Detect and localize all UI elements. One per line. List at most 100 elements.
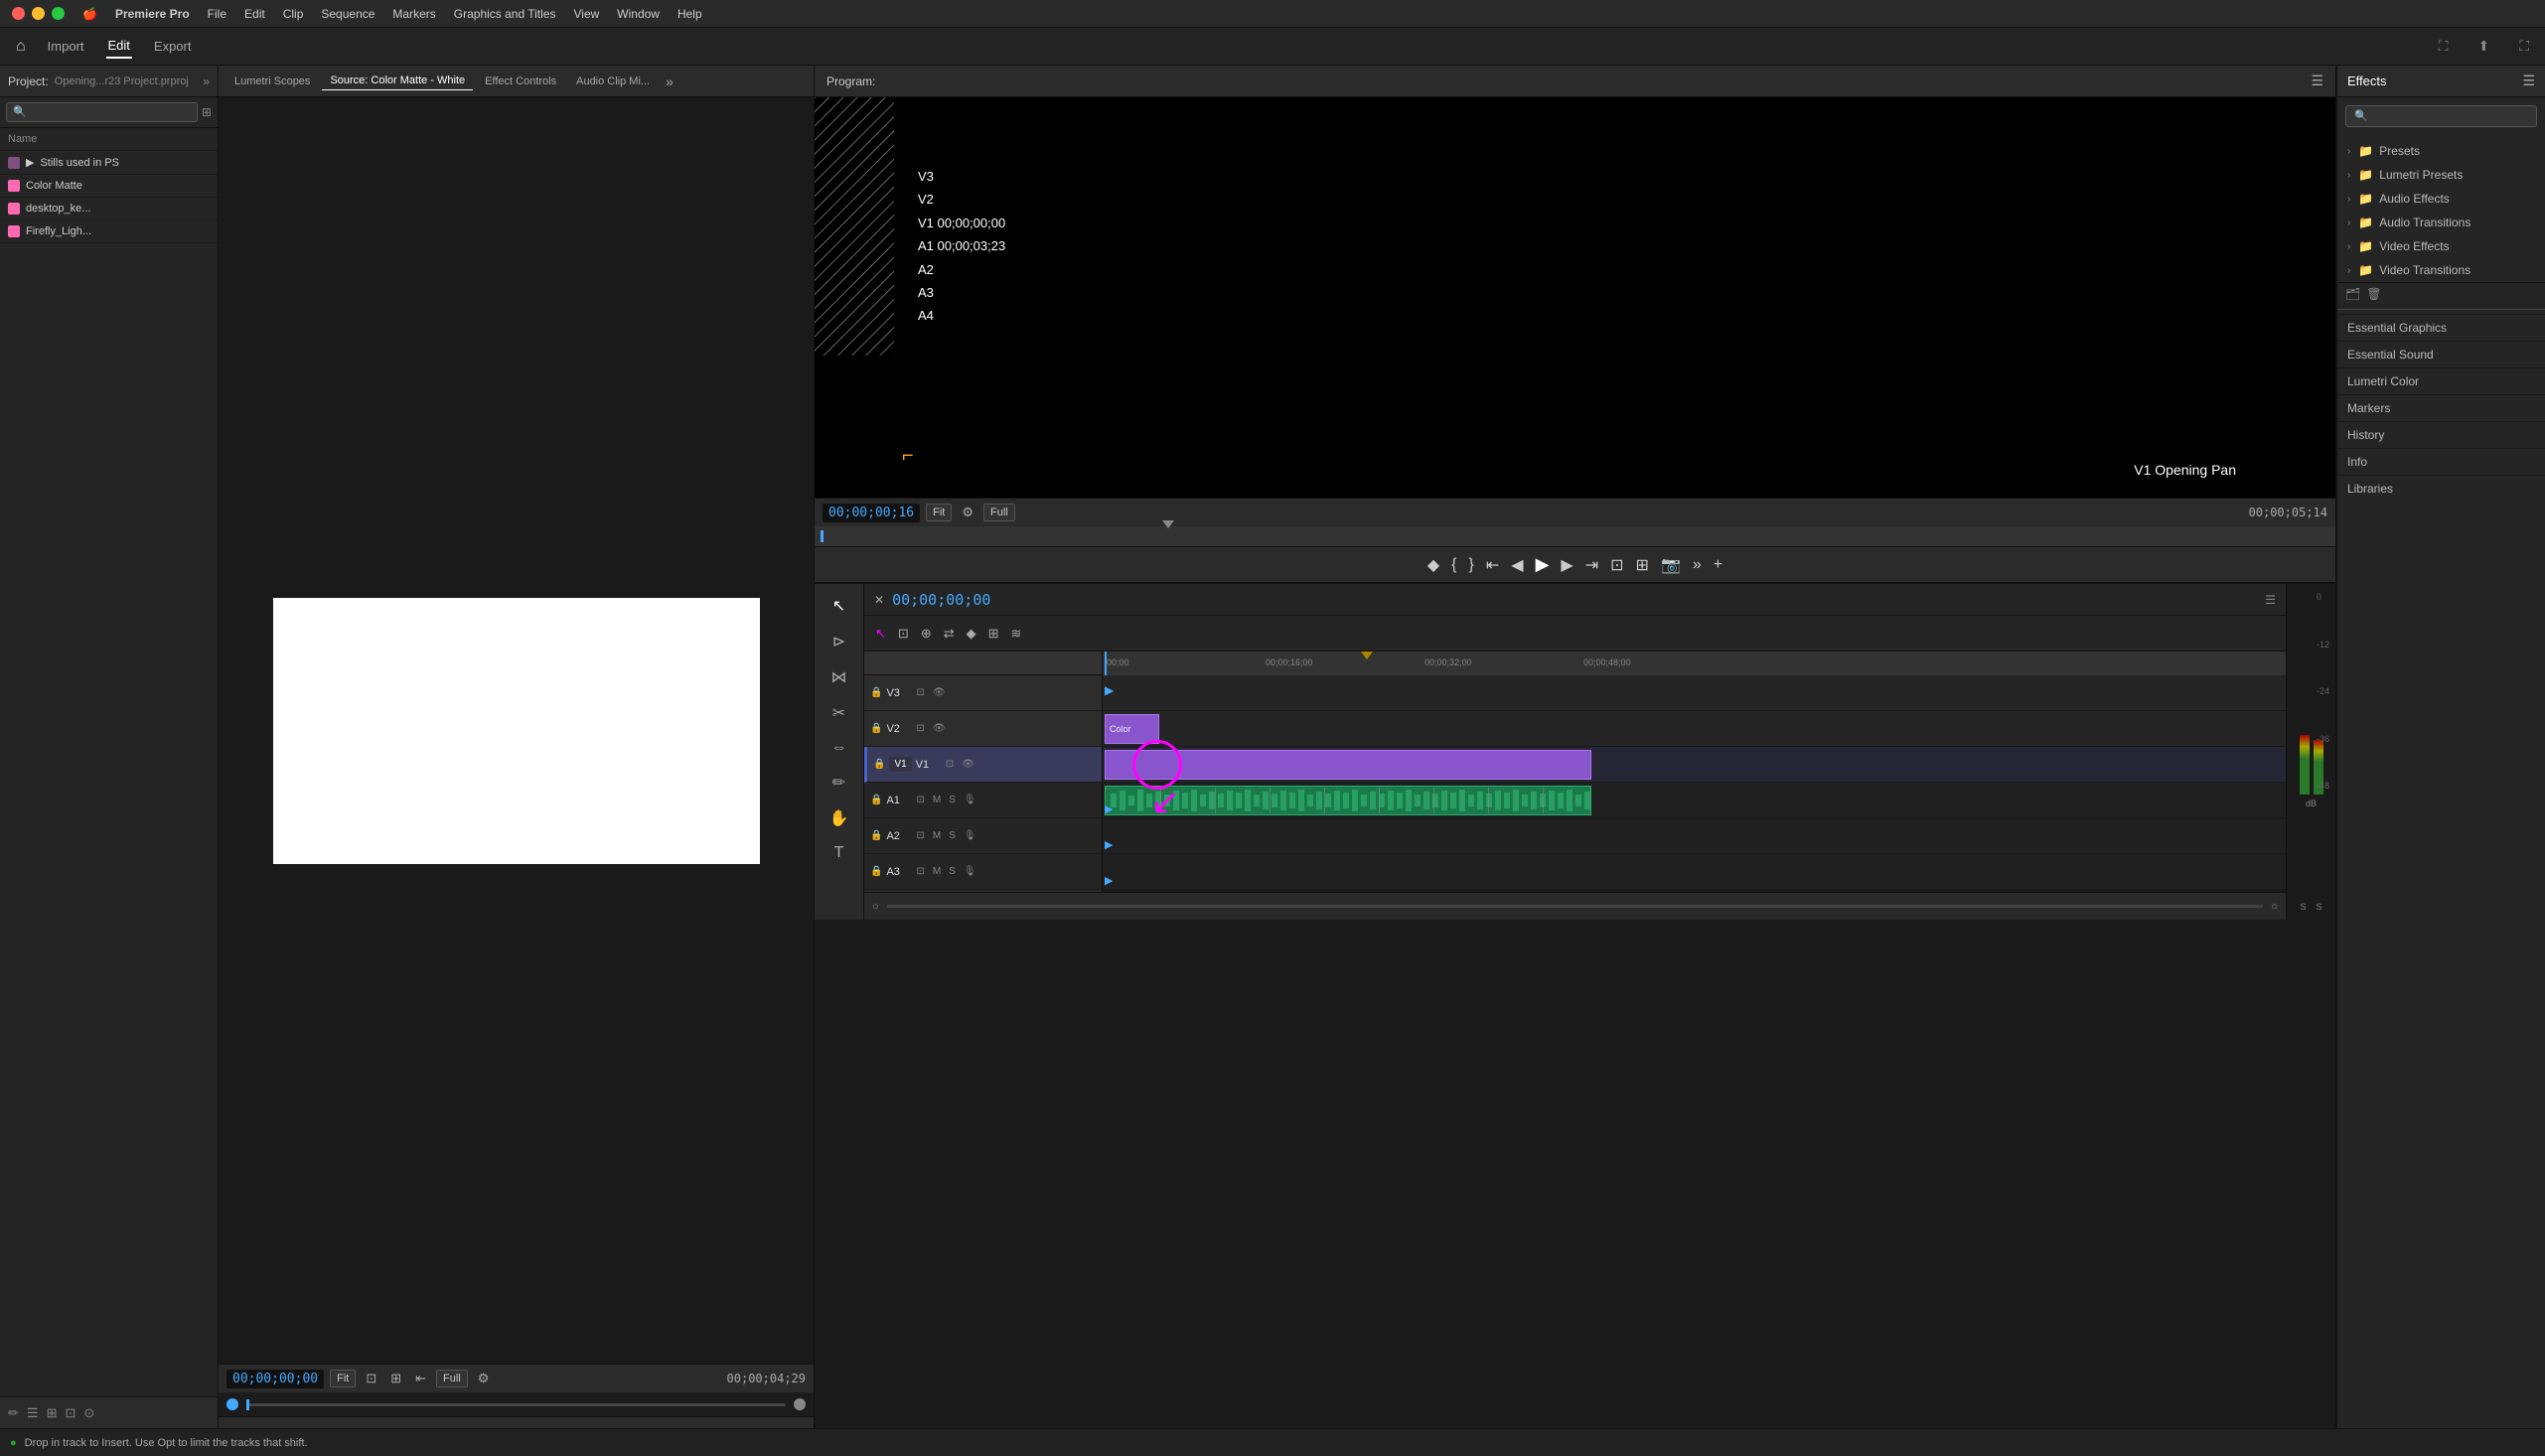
a1-m-icon[interactable]: M [931, 794, 943, 806]
clip-audio-a1[interactable] [1105, 786, 1591, 815]
program-quality-dropdown[interactable]: Full [983, 504, 1015, 521]
timeline-link-icon[interactable]: ⇄ [941, 623, 958, 645]
a2-mic-icon[interactable]: 🎙 [962, 829, 978, 842]
project-grid-icon[interactable]: ⊞ [202, 105, 212, 119]
tab-audio-clip[interactable]: Audio Clip Mi... [568, 73, 658, 90]
v2-eye-icon[interactable]: 👁 [931, 722, 948, 735]
timeline-waveform-icon[interactable]: ≋ [1008, 623, 1025, 645]
maximize-button[interactable] [52, 7, 65, 20]
effects-search-input[interactable] [2345, 105, 2537, 127]
app-name[interactable]: Premiere Pro [115, 7, 190, 21]
workspace-edit[interactable]: Edit [106, 34, 132, 59]
fullscreen-icon[interactable]: ⛶ [2439, 38, 2449, 55]
effects-item-audio-effects[interactable]: › 📁 Audio Effects [2337, 187, 2545, 211]
bin-icon[interactable]: ⊡ [65, 1405, 75, 1421]
timeline-bottom-circle-right[interactable]: ○ [2271, 901, 2278, 913]
program-extract[interactable]: ⊞ [1636, 555, 1649, 575]
a3-merge-icon[interactable]: ⊡ [914, 865, 926, 878]
panel-item-essential-sound[interactable]: Essential Sound [2337, 341, 2545, 367]
icon-view-icon[interactable]: ⊞ [47, 1405, 58, 1421]
workspace-import[interactable]: Import [46, 35, 86, 58]
tab-lumetri-scopes[interactable]: Lumetri Scopes [226, 73, 318, 90]
effects-item-lumetri[interactable]: › 📁 Lumetri Presets [2337, 163, 2545, 187]
menu-window[interactable]: Window [617, 7, 660, 21]
v3-merge-icon[interactable]: ⊡ [914, 686, 926, 699]
workspace-export[interactable]: Export [152, 35, 194, 58]
panel-item-libraries[interactable]: Libraries [2337, 475, 2545, 502]
timeline-scroll-bar[interactable] [887, 905, 2264, 908]
clip-main-video[interactable] [1105, 750, 1591, 780]
program-settings-icon[interactable]: ⚙ [958, 503, 977, 522]
source-quality-dropdown[interactable]: Full [436, 1370, 468, 1387]
program-step-back[interactable]: ◀ [1511, 555, 1523, 575]
share-icon[interactable]: ⬆ [2477, 38, 2489, 55]
tab-source[interactable]: Source: Color Matte - White [322, 72, 473, 90]
a2-merge-icon[interactable]: ⊡ [914, 829, 926, 842]
timeline-close-icon[interactable]: ✕ [874, 593, 884, 607]
panel-item-lumetri-color[interactable]: Lumetri Color [2337, 367, 2545, 394]
project-item-stills[interactable]: ▶ Stills used in PS [0, 151, 218, 175]
menu-sequence[interactable]: Sequence [321, 7, 374, 21]
hand-tool-icon[interactable]: ✋ [825, 804, 853, 832]
track-select-tool-icon[interactable]: ⊳ [828, 628, 849, 655]
timeline-bottom-circle-left[interactable]: ○ [872, 901, 879, 913]
timeline-snap-icon[interactable]: ⊕ [918, 623, 935, 645]
clip-color-matte-v2[interactable]: Color [1105, 714, 1159, 744]
effects-menu-icon[interactable]: ☰ [2522, 73, 2535, 89]
program-step-fwd[interactable]: ▶ [1561, 555, 1572, 575]
source-export-icon[interactable]: ⇤ [411, 1369, 430, 1388]
a2-m-icon[interactable]: M [931, 829, 943, 842]
slip-tool-icon[interactable]: ⇔ [827, 735, 851, 761]
project-search-input[interactable] [6, 102, 198, 122]
source-more-icon[interactable]: » [666, 73, 674, 89]
v3-eye-icon[interactable]: 👁 [931, 686, 948, 699]
eff-trash-icon[interactable]: 🗑 [2366, 287, 2381, 301]
v1-lock-icon[interactable]: 🔒 [873, 759, 885, 770]
a3-lock-icon[interactable]: 🔒 [870, 866, 882, 877]
panel-item-markers[interactable]: Markers [2337, 394, 2545, 421]
settings-icon[interactable]: ⊙ [83, 1405, 94, 1421]
panel-item-history[interactable]: History [2337, 421, 2545, 448]
effects-item-presets[interactable]: › 📁 Presets [2337, 139, 2545, 163]
program-go-prev[interactable]: ⇤ [1486, 555, 1499, 575]
v3-lock-icon[interactable]: 🔒 [870, 687, 882, 698]
program-fit-dropdown[interactable]: Fit [926, 504, 952, 521]
menu-help[interactable]: Help [677, 7, 702, 21]
program-mark-out[interactable]: } [1469, 556, 1474, 574]
program-timecode[interactable]: 00;00;00;16 [823, 504, 920, 522]
panel-item-essential-graphics[interactable]: Essential Graphics [2337, 314, 2545, 341]
v2-merge-icon[interactable]: ⊡ [914, 722, 926, 735]
source-timecode[interactable]: 00;00;00;00 [226, 1370, 324, 1388]
effects-item-video-transitions[interactable]: › 📁 Video Transitions [2337, 258, 2545, 282]
menu-file[interactable]: File [208, 7, 226, 21]
program-camera[interactable]: 📷 [1661, 555, 1681, 575]
timeline-select-icon[interactable]: ↖ [872, 623, 889, 645]
panel-item-info[interactable]: Info [2337, 448, 2545, 475]
program-lift[interactable]: ⊡ [1610, 555, 1623, 575]
timeline-menu-icon[interactable]: ☰ [2265, 593, 2276, 607]
v2-lock-icon[interactable]: 🔒 [870, 723, 882, 734]
menu-markers[interactable]: Markers [392, 7, 435, 21]
source-scrubber[interactable] [219, 1392, 814, 1416]
menu-view[interactable]: View [573, 7, 599, 21]
timeline-marker-icon[interactable]: ◆ [964, 623, 979, 645]
a1-s-icon[interactable]: S [947, 794, 958, 806]
source-timeline-bar[interactable] [246, 1403, 786, 1406]
program-mark-in[interactable]: { [1451, 556, 1456, 574]
a3-m-icon[interactable]: M [931, 865, 943, 878]
a1-mic-icon[interactable]: 🎙 [962, 794, 978, 806]
select-tool-icon[interactable]: ↖ [828, 592, 849, 620]
menu-clip[interactable]: Clip [283, 7, 304, 21]
apple-menu[interactable]: 🍎 [82, 7, 97, 21]
ripple-edit-icon[interactable]: ⋈ [827, 663, 851, 691]
effects-item-video-effects[interactable]: › 📁 Video Effects [2337, 234, 2545, 258]
program-scrubber-bar[interactable] [815, 526, 2335, 546]
a1-merge-icon[interactable]: ⊡ [914, 794, 926, 806]
a3-s-icon[interactable]: S [947, 865, 958, 878]
timeline-scale-icon[interactable]: ⊞ [985, 623, 1002, 645]
expand-icon[interactable]: ⛶ [2519, 38, 2529, 55]
pen-tool-icon[interactable]: ✏ [828, 769, 849, 797]
menu-edit[interactable]: Edit [244, 7, 265, 21]
v1-merge-icon[interactable]: ⊡ [944, 758, 956, 771]
close-button[interactable] [12, 7, 25, 20]
